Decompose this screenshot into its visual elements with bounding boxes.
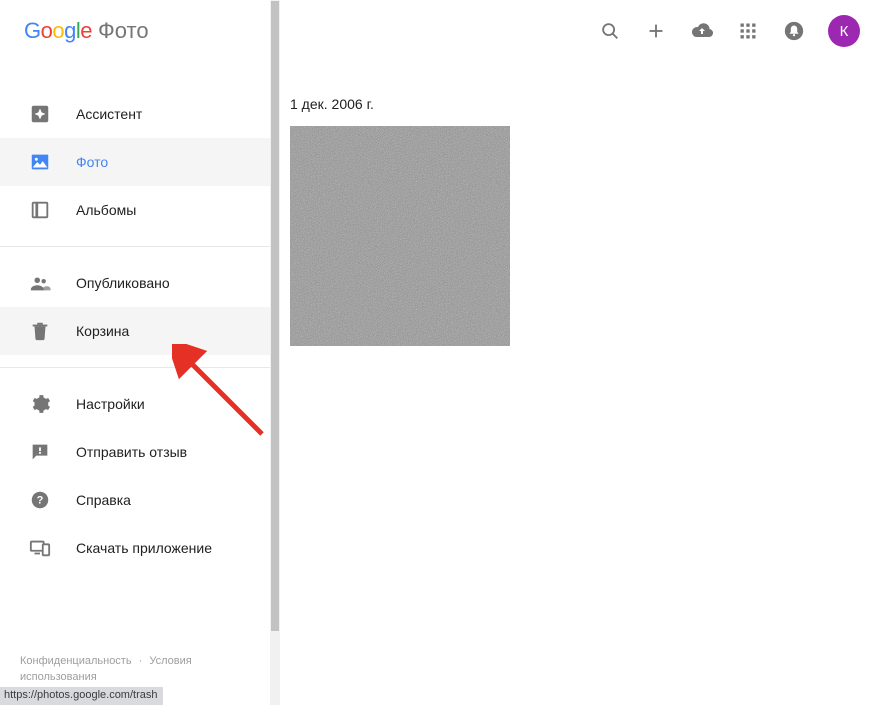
feedback-icon	[28, 440, 52, 464]
search-icon[interactable]	[598, 19, 622, 43]
sidebar-item-label: Справка	[76, 492, 131, 508]
sidebar-item-label: Опубликовано	[76, 275, 170, 291]
devices-icon	[28, 536, 52, 560]
nav-primary: Ассистент Фото Альбомы	[0, 62, 270, 234]
scrollbar-thumb[interactable]	[271, 1, 279, 631]
help-icon: ?	[28, 488, 52, 512]
date-header: 1 дек. 2006 г.	[290, 96, 884, 112]
people-icon	[28, 271, 52, 295]
sidebar-item-settings[interactable]: Настройки	[0, 380, 270, 428]
svg-text:?: ?	[37, 495, 44, 507]
sidebar-item-label: Корзина	[76, 323, 129, 339]
status-url: https://photos.google.com/trash	[4, 689, 157, 701]
sidebar-item-photos[interactable]: Фото	[0, 138, 270, 186]
google-wordmark: Google	[24, 18, 92, 44]
sidebar-item-label: Отправить отзыв	[76, 444, 187, 460]
sidebar-item-help[interactable]: ? Справка	[0, 476, 270, 524]
notifications-icon[interactable]	[782, 19, 806, 43]
main-content: 1 дек. 2006 г.	[290, 96, 884, 705]
gear-icon	[28, 392, 52, 416]
sidebar-item-label: Фото	[76, 154, 108, 170]
avatar-letter: К	[840, 23, 849, 40]
photo-icon	[28, 150, 52, 174]
nav-secondary: Опубликовано Корзина	[0, 259, 270, 355]
albums-icon	[28, 198, 52, 222]
link-privacy[interactable]: Конфиденциальность	[20, 655, 132, 667]
sidebar-item-label: Альбомы	[76, 202, 136, 218]
sidebar-item-feedback[interactable]: Отправить отзыв	[0, 428, 270, 476]
sidebar-item-label: Ассистент	[76, 106, 142, 122]
nav-divider	[0, 246, 270, 247]
sidebar-scrollbar[interactable]	[270, 0, 280, 705]
photo-thumbnail[interactable]	[290, 126, 510, 346]
create-icon[interactable]	[644, 19, 668, 43]
topbar: К	[280, 0, 884, 62]
trash-icon	[28, 319, 52, 343]
browser-status-bar: https://photos.google.com/trash	[0, 687, 163, 705]
sidebar-item-label: Скачать приложение	[76, 540, 212, 556]
sidebar-item-shared[interactable]: Опубликовано	[0, 259, 270, 307]
sidebar-item-assistant[interactable]: Ассистент	[0, 90, 270, 138]
sidebar-footer: Конфиденциальность · Условия использован…	[20, 654, 250, 685]
upload-icon[interactable]	[690, 19, 714, 43]
sidebar-item-albums[interactable]: Альбомы	[0, 186, 270, 234]
sidebar-item-download-app[interactable]: Скачать приложение	[0, 524, 270, 572]
sidebar-item-trash[interactable]: Корзина	[0, 307, 270, 355]
dot-separator: ·	[139, 655, 143, 667]
sidebar: Google Фото Ассистент Фото Альбомы	[0, 0, 270, 705]
apps-grid-icon[interactable]	[736, 19, 760, 43]
assistant-icon	[28, 102, 52, 126]
nav-divider	[0, 367, 270, 368]
brand-suffix: Фото	[98, 18, 149, 44]
nav-tertiary: Настройки Отправить отзыв ? Справка Скач…	[0, 380, 270, 572]
brand-logo[interactable]: Google Фото	[0, 0, 270, 62]
account-avatar[interactable]: К	[828, 15, 860, 47]
sidebar-item-label: Настройки	[76, 396, 145, 412]
